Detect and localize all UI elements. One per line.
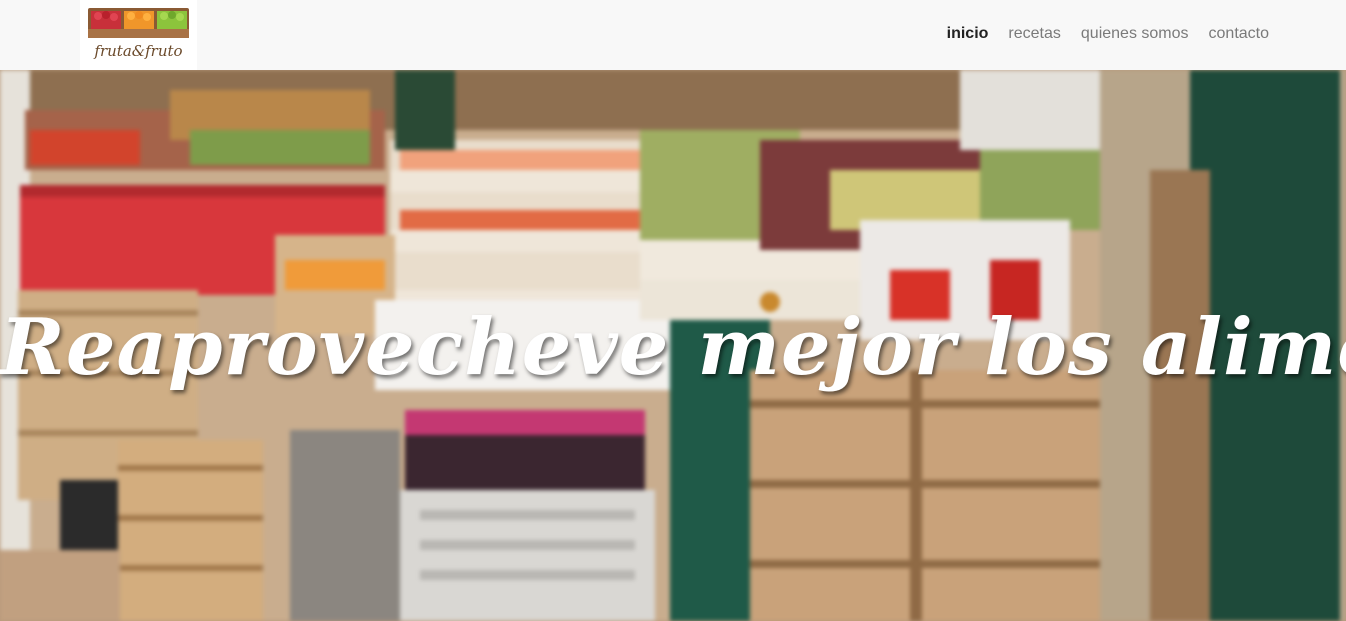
nav-link-inicio[interactable]: inicio <box>947 24 989 44</box>
hero-title: Reaprovecheve mejor los alimentos <box>0 302 1346 393</box>
nav-link-quienes-somos[interactable]: quienes somos <box>1081 24 1189 44</box>
logo-text: fruta&fruto <box>94 42 183 60</box>
brand-logo[interactable]: fruta&fruto <box>80 0 197 70</box>
hero-banner: Reaprovecheve mejor los alimentos <box>0 70 1346 621</box>
nav-link-contacto[interactable]: contacto <box>1209 24 1269 44</box>
fruit-crates-logo-icon <box>88 8 189 38</box>
navbar: fruta&fruto inicio recetas quienes somos… <box>0 0 1346 70</box>
nav-link-recetas[interactable]: recetas <box>1008 24 1060 44</box>
main-nav: inicio recetas quienes somos contacto <box>947 24 1269 44</box>
